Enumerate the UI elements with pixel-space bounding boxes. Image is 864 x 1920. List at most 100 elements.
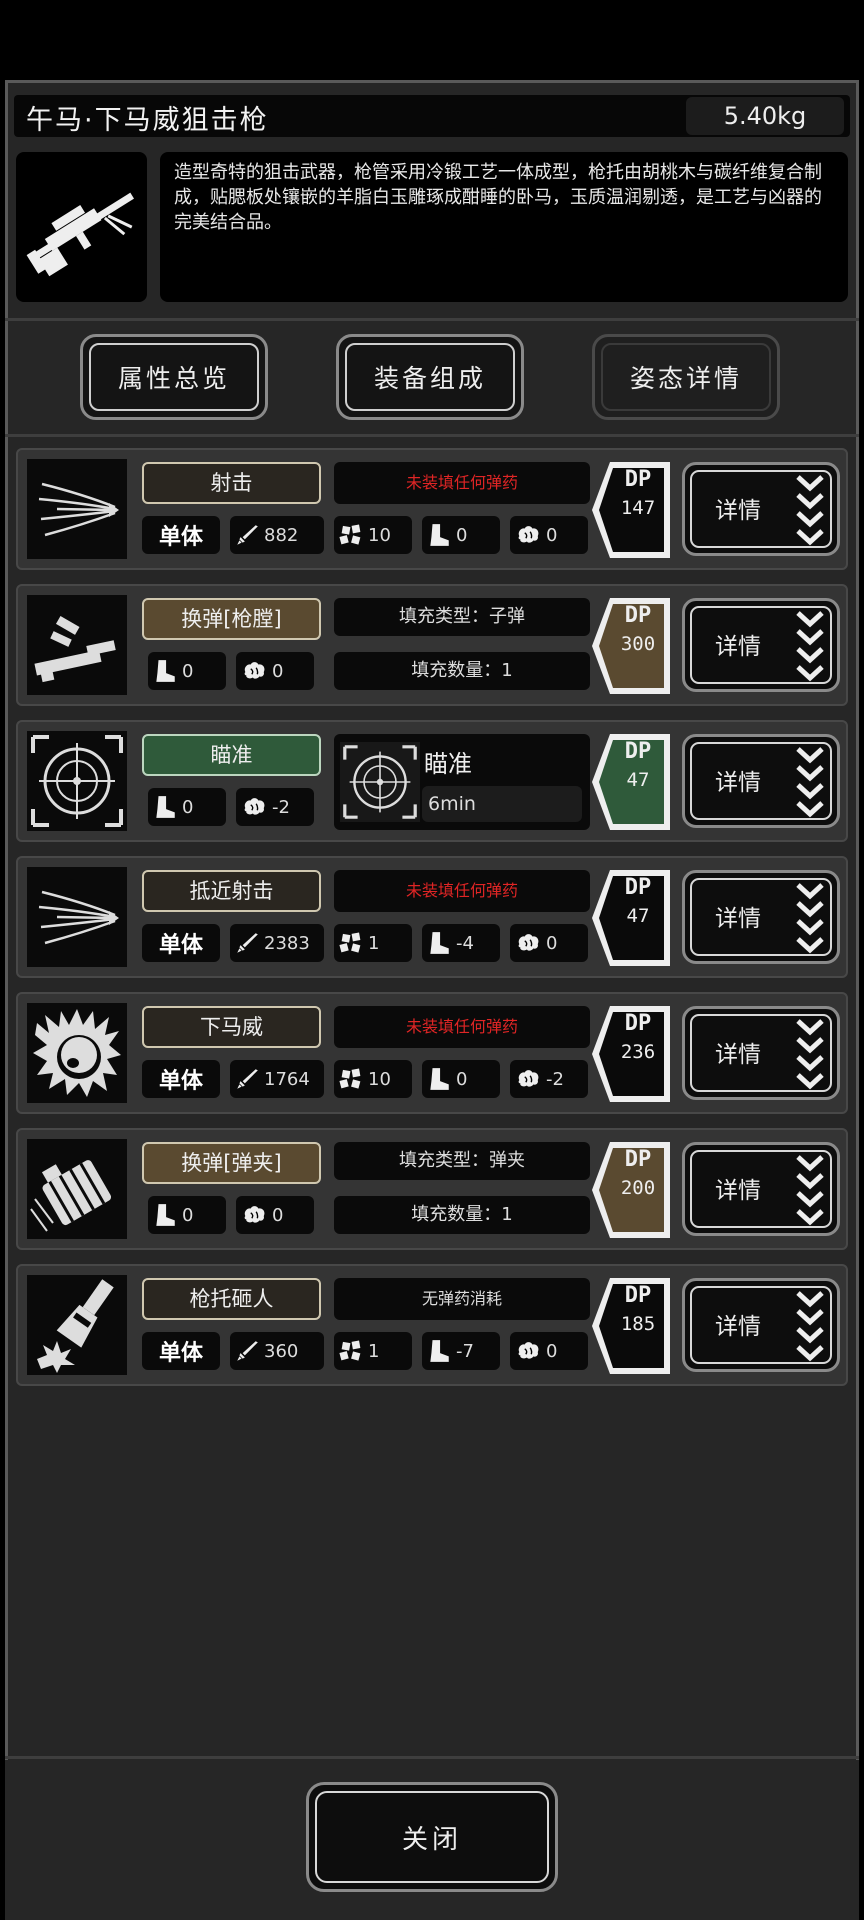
- action-row-reload-chamber: 换弹[枪膛] 填充类型：子弹 填充数量：1 0 0 DP 300 详情: [16, 584, 848, 706]
- ammo-warning: 未装填任何弹药: [334, 462, 590, 504]
- dp-text: DP 200: [612, 1146, 664, 1202]
- brain-value: -2: [546, 1068, 564, 1090]
- hit-value: 10: [368, 524, 391, 546]
- divider: [5, 434, 859, 437]
- brain-value: 0: [546, 1340, 558, 1362]
- move-stat: 0: [148, 652, 226, 690]
- buttstock-strike-icon: [27, 1275, 127, 1375]
- hit-value: 1: [368, 932, 380, 954]
- tab-attribute-overview[interactable]: 属性总览: [80, 334, 268, 420]
- detail-label: 详情: [715, 1178, 761, 1204]
- weapon-thumbnail: [16, 152, 147, 302]
- chevron-down-icon: [795, 1290, 825, 1364]
- dp-label: DP: [624, 875, 652, 900]
- boot-icon: [426, 1338, 452, 1364]
- attack-stat: 360: [230, 1332, 324, 1370]
- action-name: 换弹[枪膛]: [142, 598, 321, 640]
- crosshair-icon: [340, 742, 420, 822]
- aim-title: 瞄准: [424, 750, 472, 778]
- move-value: -4: [456, 932, 474, 954]
- hit-value: 10: [368, 1068, 391, 1090]
- hit-icon: [338, 930, 364, 956]
- detail-label: 详情: [715, 906, 761, 932]
- attack-value: 360: [264, 1340, 299, 1362]
- detail-button[interactable]: 详情: [682, 870, 840, 964]
- tab-equipment-composition[interactable]: 装备组成: [336, 334, 524, 420]
- tab-label: 装备组成: [373, 364, 486, 393]
- chevron-down-icon: [795, 610, 825, 684]
- move-stat: 0: [148, 1196, 226, 1234]
- action-name: 射击: [142, 462, 321, 504]
- divider: [5, 1756, 859, 1759]
- move-value: -7: [456, 1340, 474, 1362]
- move-value: 0: [182, 1204, 194, 1226]
- boot-icon: [152, 658, 178, 684]
- tab-stance-details[interactable]: 姿态详情: [592, 334, 780, 420]
- move-value: 0: [456, 1068, 468, 1090]
- aim-status: 瞄准 6min: [334, 734, 590, 830]
- chevron-down-icon: [795, 1018, 825, 1092]
- detail-label: 详情: [715, 498, 761, 524]
- sword-icon: [234, 1066, 260, 1092]
- tab-label: 姿态详情: [629, 364, 742, 393]
- dp-value: 47: [626, 905, 650, 927]
- dp-label: DP: [624, 603, 652, 628]
- fill-count: 填充数量：1: [334, 652, 590, 690]
- sword-icon: [234, 522, 260, 548]
- detail-button[interactable]: 详情: [682, 462, 840, 556]
- brain-value: 0: [272, 1204, 284, 1226]
- detail-button[interactable]: 详情: [682, 1142, 840, 1236]
- action-row-aim: 瞄准 瞄准 6min 0 -2 DP 47 详情: [16, 720, 848, 842]
- detail-button[interactable]: 详情: [682, 1006, 840, 1100]
- move-value: 0: [182, 796, 194, 818]
- detail-label: 详情: [715, 1314, 761, 1340]
- brain-stat: 0: [510, 516, 588, 554]
- attack-value: 2383: [264, 932, 310, 954]
- action-name: 换弹[弹夹]: [142, 1142, 321, 1184]
- target-type: 单体: [142, 1332, 220, 1370]
- dp-text: DP 47: [612, 738, 664, 794]
- move-stat: 0: [422, 1060, 500, 1098]
- brain-icon: [514, 522, 542, 548]
- detail-label: 详情: [715, 770, 761, 796]
- move-stat: 0: [422, 516, 500, 554]
- dp-value: 200: [620, 1177, 656, 1199]
- shoot-icon: [27, 459, 127, 559]
- dp-value: 185: [620, 1313, 656, 1335]
- fill-count: 填充数量：1: [334, 1196, 590, 1234]
- weapon-weight: 5.40kg: [686, 97, 844, 135]
- action-name: 瞄准: [142, 734, 321, 776]
- fill-type: 填充类型：子弹: [334, 598, 590, 636]
- dp-text: DP 47: [612, 874, 664, 930]
- detail-button[interactable]: 详情: [682, 598, 840, 692]
- ammo-warning: 未装填任何弹药: [334, 1006, 590, 1048]
- brain-icon: [514, 930, 542, 956]
- sniper-rifle-icon: [26, 192, 135, 277]
- ammo-warning: 未装填任何弹药: [334, 870, 590, 912]
- aim-duration: 6min: [422, 786, 582, 822]
- brain-icon: [240, 658, 268, 684]
- hit-stat: 10: [334, 1060, 412, 1098]
- dp-text: DP 300: [612, 602, 664, 658]
- close-button[interactable]: 关闭: [306, 1782, 558, 1892]
- action-row-intimidation: 下马威 未装填任何弹药 单体 1764 10 0 -2 DP 236 详情: [16, 992, 848, 1114]
- dp-label: DP: [624, 1147, 652, 1172]
- target-type: 单体: [142, 1060, 220, 1098]
- shoot-icon: [27, 867, 127, 967]
- move-stat: -7: [422, 1332, 500, 1370]
- boot-icon: [152, 1202, 178, 1228]
- dp-value: 147: [620, 497, 656, 519]
- action-name: 下马威: [142, 1006, 321, 1048]
- hit-stat: 1: [334, 1332, 412, 1370]
- detail-button[interactable]: 详情: [682, 734, 840, 828]
- move-value: 0: [182, 660, 194, 682]
- detail-label: 详情: [715, 1042, 761, 1068]
- weapon-name: 午马·下马威狙击枪: [26, 105, 269, 136]
- weapon-description: 造型奇特的狙击武器，枪管采用冷锻工艺一体成型，枪托由胡桃木与碳纤维复合制成，贴腮…: [160, 152, 848, 302]
- detail-button[interactable]: 详情: [682, 1278, 840, 1372]
- brain-value: -2: [272, 796, 290, 818]
- brain-icon: [514, 1066, 542, 1092]
- boot-icon: [426, 930, 452, 956]
- fill-type: 填充类型：弹夹: [334, 1142, 590, 1180]
- reload-icon: [27, 595, 127, 695]
